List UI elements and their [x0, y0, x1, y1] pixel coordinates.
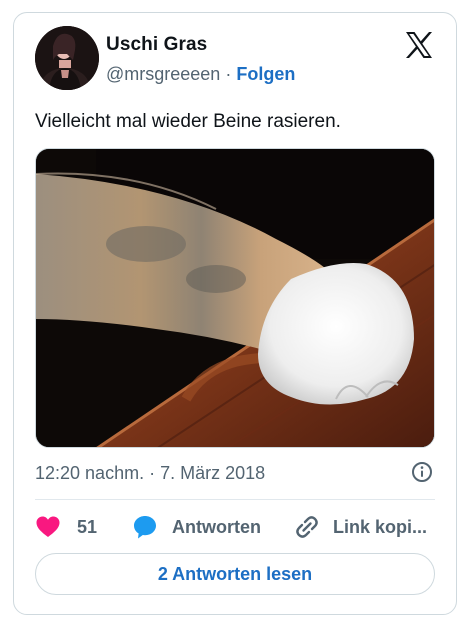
- tweet-text: Vielleicht mal wieder Beine rasieren.: [35, 111, 341, 132]
- avatar[interactable]: [35, 26, 99, 90]
- handle-separator: ·: [225, 64, 232, 84]
- like-count: 51: [77, 516, 98, 537]
- author-name[interactable]: Uschi Gras: [106, 34, 207, 56]
- tweet-time: 12:20 nachm.: [35, 463, 145, 483]
- link-icon: [294, 514, 320, 540]
- reply-label: Antworten: [172, 516, 261, 537]
- tweet-card: Uschi Gras @mrsgreeeen · Folgen Vielleic…: [13, 12, 457, 615]
- info-icon[interactable]: [411, 461, 433, 483]
- divider: [35, 499, 435, 500]
- reply-button[interactable]: Antworten: [132, 511, 261, 543]
- tweet-date: 7. März 2018: [160, 463, 266, 483]
- copy-link-label: Link kopi...: [333, 516, 428, 537]
- tweet-photo[interactable]: [35, 148, 435, 448]
- tweet-timestamp[interactable]: 12:20 nachm. · 7. März 2018: [35, 463, 265, 484]
- speech-bubble-icon: [132, 514, 158, 540]
- date-separator: ·: [149, 463, 156, 483]
- copy-link-button[interactable]: Link kopi...: [294, 511, 427, 543]
- follow-button[interactable]: Folgen: [236, 64, 295, 84]
- x-logo-icon[interactable]: [404, 31, 434, 59]
- author-handle[interactable]: @mrsgreeeen: [106, 64, 220, 84]
- heart-icon: [35, 515, 61, 539]
- like-button[interactable]: 51: [35, 511, 97, 543]
- author-handle-row: @mrsgreeeen · Folgen: [106, 64, 295, 85]
- read-replies-button[interactable]: 2 Antworten lesen: [35, 553, 435, 595]
- action-bar: 51 Antworten Link kopi...: [35, 511, 435, 543]
